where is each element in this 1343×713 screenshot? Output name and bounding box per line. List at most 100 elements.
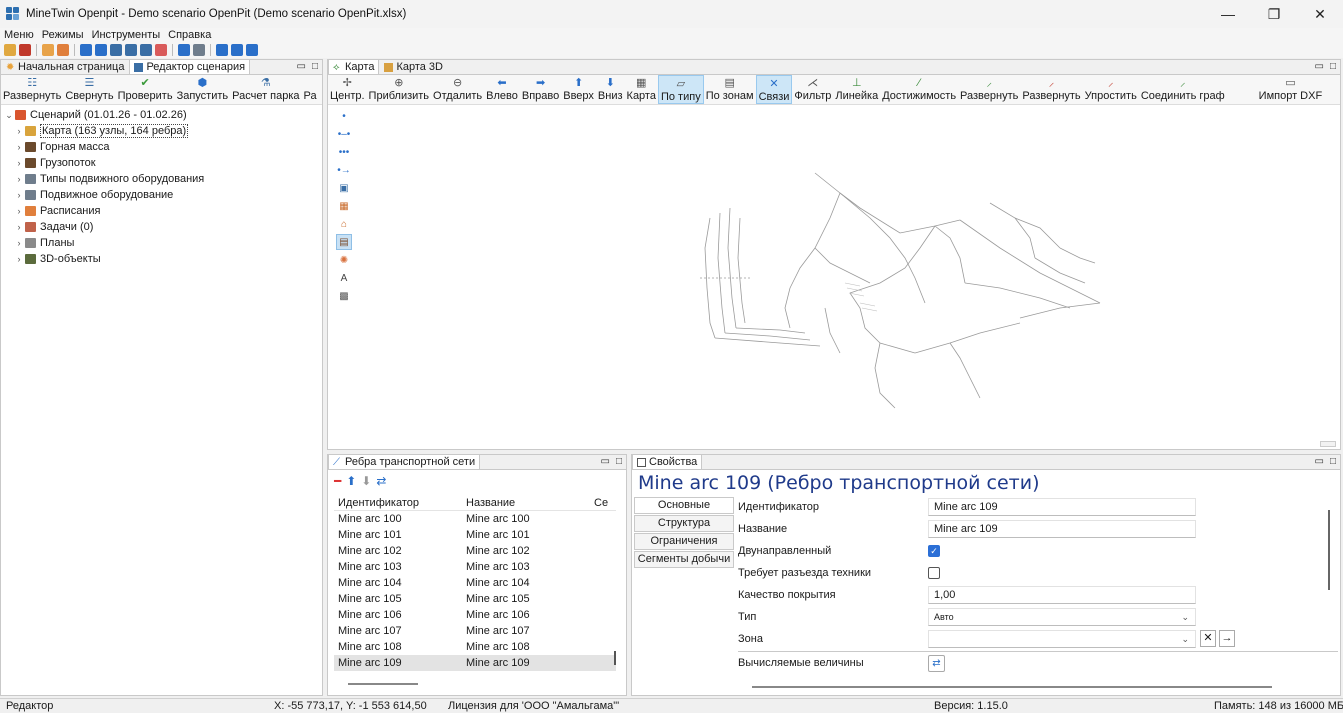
chevron-right-icon[interactable]: ›	[13, 254, 25, 264]
open-icon[interactable]	[4, 44, 16, 56]
directed-edge-tool-icon[interactable]: •→	[336, 162, 352, 178]
report-icon[interactable]	[57, 44, 69, 56]
tree-root[interactable]: ⌄ Сценарий (01.01.26 - 01.02.26)	[3, 107, 320, 123]
side-tab-limits[interactable]: Ограничения	[634, 533, 734, 550]
column-header-name[interactable]: Название	[462, 497, 590, 509]
fleet-calc-button[interactable]: ⚗ Расчет парка	[230, 75, 301, 104]
zone-select[interactable]: ⌄	[928, 630, 1196, 648]
table-row[interactable]: Mine arc 100 Mine arc 100	[334, 511, 616, 527]
validate-button[interactable]: ✔ Проверить	[116, 75, 175, 104]
edges-horizontal-scrollbar[interactable]	[348, 683, 418, 685]
menu-item-tools[interactable]: Инструменты	[92, 29, 161, 41]
table-row[interactable]: Mine arc 104 Mine arc 104	[334, 575, 616, 591]
minimize-panel-icon[interactable]: ▭	[1315, 456, 1324, 467]
tab-scenario-editor[interactable]: Редактор сценария	[129, 59, 251, 74]
save-icon[interactable]	[19, 44, 31, 56]
chevron-right-icon[interactable]: ›	[13, 158, 25, 168]
tab-map-3d[interactable]: Карта 3D	[379, 59, 448, 74]
props-horizontal-scrollbar[interactable]	[752, 686, 1272, 688]
table-row[interactable]: Mine arc 107 Mine arc 107	[334, 623, 616, 639]
tree-item[interactable]: › Карта (163 узлы, 164 ребра)	[3, 123, 320, 139]
map-button-9[interactable]: ▤ По зонам	[704, 75, 756, 104]
tree-item[interactable]: › Горная масса	[3, 139, 320, 155]
cube-icon[interactable]	[95, 44, 107, 56]
refresh-icon[interactable]: ⇄	[376, 474, 386, 488]
map-button-3[interactable]: ⬅ Влево	[484, 75, 520, 104]
table-row[interactable]: Mine arc 102 Mine arc 102	[334, 543, 616, 559]
chevron-right-icon[interactable]: ›	[13, 190, 25, 200]
map-button-18[interactable]: ▭ Импорт DXF	[1257, 75, 1325, 104]
check-scenario-icon[interactable]	[42, 44, 54, 56]
minimize-panel-icon[interactable]: ▭	[601, 456, 610, 467]
map-button-11[interactable]: ⋌ Фильтр	[792, 75, 833, 104]
table-row[interactable]: Mine arc 103 Mine arc 103	[334, 559, 616, 575]
map-button-7[interactable]: ▦ Карта	[625, 75, 658, 104]
map-button-10[interactable]: ✕ Связи	[755, 75, 793, 104]
minimize-panel-icon[interactable]: ▭	[1315, 61, 1324, 72]
passing-required-checkbox[interactable]	[928, 567, 940, 579]
go-to-zone-button[interactable]: →	[1219, 630, 1235, 647]
tab-map[interactable]: ⟡ Карта	[328, 59, 380, 74]
menu-item-modes[interactable]: Режимы	[42, 29, 84, 41]
collapse-all-button[interactable]: ☰ Свернуть	[63, 75, 115, 104]
chevron-down-icon[interactable]: ⌄	[3, 110, 15, 121]
map-button-17[interactable]: ⸝ Соединить граф	[1139, 75, 1227, 104]
chevron-right-icon[interactable]: ›	[13, 126, 25, 136]
loading-tool-icon[interactable]: ▦	[336, 198, 352, 214]
tree-item[interactable]: › Планы	[3, 235, 320, 251]
map-button-6[interactable]: ⬇ Вниз	[596, 75, 625, 104]
flasks-icon[interactable]	[125, 44, 137, 56]
run-button[interactable]: ⬢ Запустить	[175, 75, 231, 104]
flask-icon[interactable]	[110, 44, 122, 56]
remove-icon[interactable]: ━	[334, 474, 341, 488]
id-field[interactable]: Mine arc 109	[928, 498, 1196, 516]
chart-icon[interactable]	[80, 44, 92, 56]
side-tab-structure[interactable]: Структура	[634, 515, 734, 532]
tab-edges[interactable]: ⟋ Ребра транспортной сети	[328, 454, 481, 469]
move-up-icon[interactable]: ⬆	[346, 474, 356, 488]
menu-item-menu[interactable]: Меню	[4, 29, 34, 41]
map-button-1[interactable]: ⊕ Приблизить	[367, 75, 432, 104]
factory-tool-icon[interactable]: ⌂	[336, 216, 352, 232]
chevron-right-icon[interactable]: ›	[13, 142, 25, 152]
layout-icon[interactable]	[246, 44, 258, 56]
tree-item[interactable]: › Типы подвижного оборудования	[3, 171, 320, 187]
type-select[interactable]: Авто ⌄	[928, 608, 1196, 626]
chevron-right-icon[interactable]: ›	[13, 238, 25, 248]
maximize-panel-icon[interactable]: □	[1330, 61, 1336, 72]
menu-item-help[interactable]: Справка	[168, 29, 211, 41]
calendar-icon[interactable]	[140, 44, 152, 56]
more-button[interactable]: Ра	[302, 75, 319, 104]
table-row[interactable]: Mine arc 109 Mine arc 109	[334, 655, 616, 671]
unloading-tool-icon[interactable]: ▤	[336, 234, 352, 250]
object-tool-icon[interactable]: ▩	[336, 288, 352, 304]
text-tool-icon[interactable]: A	[336, 270, 352, 286]
minimize-button[interactable]: —	[1205, 0, 1251, 28]
chevron-right-icon[interactable]: ›	[13, 206, 25, 216]
people-icon[interactable]	[155, 44, 167, 56]
maximize-panel-icon[interactable]: □	[1330, 456, 1336, 467]
map-button-14[interactable]: ⸝ Развернуть	[958, 75, 1020, 104]
tab-start-page[interactable]: ✹ Начальная страница	[1, 59, 129, 74]
map-canvas[interactable]	[360, 108, 1338, 447]
map-button-0[interactable]: ✢ Центр.	[328, 75, 367, 104]
back-icon[interactable]	[216, 44, 228, 56]
column-header-id[interactable]: Идентификатор	[334, 497, 462, 509]
point-tool-icon[interactable]: •	[336, 108, 352, 124]
maximize-panel-icon[interactable]: □	[616, 456, 622, 467]
table-row[interactable]: Mine arc 108 Mine arc 108	[334, 639, 616, 655]
tree-item[interactable]: › Задачи (0)	[3, 219, 320, 235]
side-tab-main[interactable]: Основные	[634, 497, 734, 514]
clear-zone-button[interactable]: ✕	[1200, 630, 1216, 647]
bidirectional-checkbox[interactable]: ✓	[928, 545, 940, 557]
zone-tool-icon[interactable]: ✺	[336, 252, 352, 268]
map-button-8[interactable]: ▱ По типу	[657, 75, 704, 104]
expand-all-button[interactable]: ☷ Развернуть	[1, 75, 63, 104]
polyline-tool-icon[interactable]: •••	[336, 144, 352, 160]
table-row[interactable]: Mine arc 106 Mine arc 106	[334, 607, 616, 623]
ruler-icon[interactable]	[178, 44, 190, 56]
grid-icon[interactable]	[193, 44, 205, 56]
edge-tool-icon[interactable]: •–•	[336, 126, 352, 142]
map-button-5[interactable]: ⬆ Вверх	[561, 75, 596, 104]
name-field[interactable]: Mine arc 109	[928, 520, 1196, 538]
